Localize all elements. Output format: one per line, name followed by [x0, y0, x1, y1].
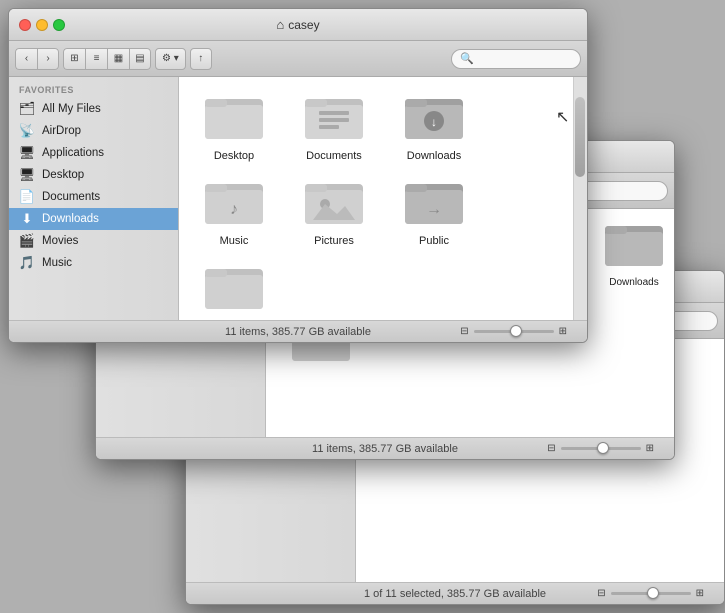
sidebar-item-desktop[interactable]: 🖥 Desktop: [9, 164, 178, 186]
slider-1[interactable]: ⊟ ⊞: [460, 326, 567, 337]
svg-text:↓: ↓: [431, 115, 437, 129]
sidebar-item-movies[interactable]: 🎬 Movies: [9, 230, 178, 252]
desktop-folder-icon: [204, 87, 264, 147]
slider-track-3[interactable]: [611, 592, 691, 595]
window-title-1: ⌂ casey: [276, 17, 319, 32]
file-pictures-1[interactable]: Pictures: [289, 172, 379, 247]
sidebar-label-movies: Movies: [42, 235, 78, 247]
file-music-1[interactable]: ♪ Music: [189, 172, 279, 247]
extra-folder-icon: [204, 257, 264, 317]
music-icon: 🎵: [19, 255, 35, 271]
sidebar-label-applications: Applications: [42, 147, 104, 159]
file-documents-1[interactable]: Documents: [289, 87, 379, 162]
slider-track-1[interactable]: [474, 330, 554, 333]
sidebar-label-music: Music: [42, 257, 72, 269]
all-my-files-icon: 🗂: [19, 101, 35, 117]
window-title-text-1: casey: [288, 18, 319, 32]
applications-icon: 🖥: [19, 145, 35, 161]
downloads-label: Downloads: [407, 150, 461, 162]
desktop-label: Desktop: [214, 150, 254, 162]
icon-view-1[interactable]: ⊞: [63, 48, 85, 70]
sidebar-label-airdrop: AirDrop: [42, 125, 81, 137]
sidebar-item-music[interactable]: 🎵 Music: [9, 252, 178, 274]
music-label: Music: [220, 235, 249, 247]
finder-window-1[interactable]: ⌂ casey ‹ › ⊞ ≡ ▦ ▤ ⚙ ▾ ↑ 🔍 FAVORITES 🗂 …: [8, 8, 588, 343]
minimize-button-1[interactable]: [36, 19, 48, 31]
music-folder-icon: ♪: [204, 172, 264, 232]
sidebar-label-documents: Documents: [42, 191, 100, 203]
sidebar-item-applications[interactable]: 🖥 Applications: [9, 142, 178, 164]
svg-text:♪: ♪: [230, 201, 238, 218]
list-view-1[interactable]: ≡: [85, 48, 107, 70]
slider-knob-2[interactable]: [597, 442, 609, 454]
file-public-1[interactable]: → Public: [389, 172, 479, 247]
public-label: Public: [419, 235, 449, 247]
traffic-lights-1: [19, 19, 65, 31]
downloads-icon: ⬇: [19, 211, 35, 227]
status-bar-2: 11 items, 385.77 GB available ⊟ ⊞: [96, 437, 674, 459]
sidebar-label-all-my-files: All My Files: [42, 103, 101, 115]
movies-icon: 🎬: [19, 233, 35, 249]
desktop-icon: 🖥: [19, 167, 35, 183]
downloads-label-partial-2: Downloads: [609, 277, 658, 288]
file-desktop-1[interactable]: Desktop: [189, 87, 279, 162]
documents-icon: 📄: [19, 189, 35, 205]
view-buttons-1[interactable]: ⊞ ≡ ▦ ▤: [63, 48, 151, 70]
downloads-folder-icon-partial-2: [604, 214, 664, 274]
file-area-1: Desktop Documents: [179, 77, 587, 320]
cursor-1: ↖: [556, 107, 569, 127]
files-grid-1: Desktop Documents: [179, 77, 587, 320]
airdrop-icon: 📡: [19, 123, 35, 139]
slider-knob-3[interactable]: [647, 587, 659, 599]
status-bar-1: 11 items, 385.77 GB available ⊟ ⊞: [9, 320, 587, 342]
sidebar-item-airdrop[interactable]: 📡 AirDrop: [9, 120, 178, 142]
slider-track-2[interactable]: [561, 447, 641, 450]
toolbar-1: ‹ › ⊞ ≡ ▦ ▤ ⚙ ▾ ↑ 🔍: [9, 41, 587, 77]
share-button-1[interactable]: ↑: [190, 48, 212, 70]
home-icon-1: ⌂: [276, 17, 284, 32]
cover-view-1[interactable]: ▤: [129, 48, 151, 70]
search-box-1[interactable]: 🔍: [451, 49, 581, 69]
documents-folder-icon: [304, 87, 364, 147]
nav-buttons-1[interactable]: ‹ ›: [15, 48, 59, 70]
scrollbar-thumb-1[interactable]: [575, 97, 585, 177]
search-icon-1: 🔍: [460, 52, 474, 65]
status-bar-3: 1 of 11 selected, 385.77 GB available ⊟ …: [186, 582, 724, 604]
slider-3[interactable]: ⊟ ⊞: [597, 588, 704, 599]
downloads-folder-icon: ↓: [404, 87, 464, 147]
column-view-1[interactable]: ▦: [107, 48, 129, 70]
sidebar-1: FAVORITES 🗂 All My Files 📡 AirDrop 🖥 App…: [9, 77, 179, 320]
title-bar-1: ⌂ casey: [9, 9, 587, 41]
svg-text:→: →: [426, 201, 442, 218]
file-downloads-1[interactable]: ↓ Downloads: [389, 87, 479, 162]
sidebar-item-documents[interactable]: 📄 Documents: [9, 186, 178, 208]
action-button-1[interactable]: ⚙ ▾: [155, 48, 186, 70]
sidebar-item-downloads[interactable]: ⬇ Downloads: [9, 208, 178, 230]
forward-button-1[interactable]: ›: [37, 48, 59, 70]
file-downloads-partial-2[interactable]: Downloads: [594, 214, 674, 288]
sidebar-label-downloads: Downloads: [42, 213, 99, 225]
status-text-1: 11 items, 385.77 GB available: [225, 326, 371, 338]
documents-label: Documents: [306, 150, 362, 162]
back-button-1[interactable]: ‹: [15, 48, 37, 70]
sidebar-label-desktop: Desktop: [42, 169, 84, 181]
favorites-label: FAVORITES: [9, 77, 178, 98]
slider-knob-1[interactable]: [510, 325, 522, 337]
slider-2[interactable]: ⊟ ⊞: [547, 443, 654, 454]
sidebar-item-all-my-files[interactable]: 🗂 All My Files: [9, 98, 178, 120]
maximize-button-1[interactable]: [53, 19, 65, 31]
file-extra-1[interactable]: [189, 257, 279, 320]
scrollbar-1[interactable]: ↖: [573, 77, 587, 320]
pictures-label: Pictures: [314, 235, 354, 247]
pictures-folder-icon: [304, 172, 364, 232]
content-area-1: FAVORITES 🗂 All My Files 📡 AirDrop 🖥 App…: [9, 77, 587, 320]
close-button-1[interactable]: [19, 19, 31, 31]
status-text-3: 1 of 11 selected, 385.77 GB available: [364, 588, 546, 600]
public-folder-icon: →: [404, 172, 464, 232]
status-text-2: 11 items, 385.77 GB available: [312, 443, 458, 455]
